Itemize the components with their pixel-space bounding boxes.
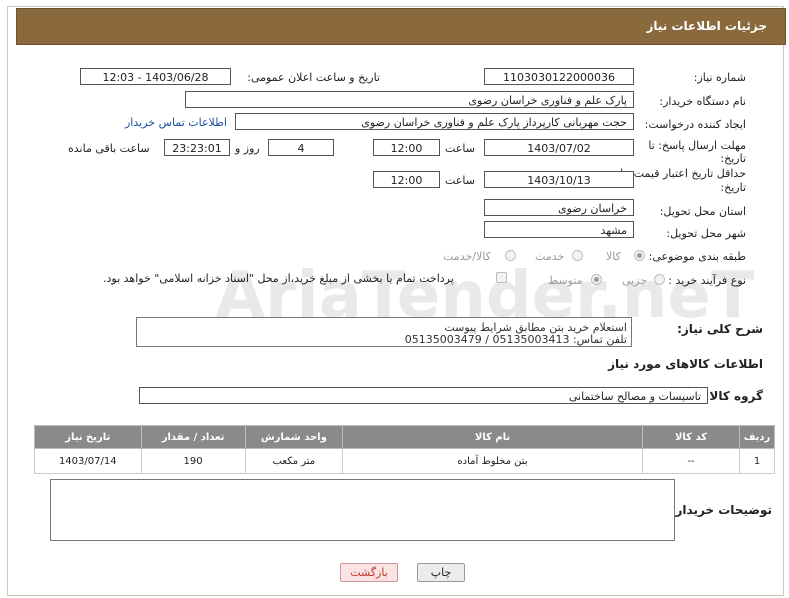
cell-row: 1 bbox=[739, 448, 775, 474]
validity-time-field: 12:00 bbox=[373, 171, 440, 188]
process-partial-radio[interactable] bbox=[654, 274, 665, 285]
buyer-notes-label: توضیحات خریدار: bbox=[670, 503, 772, 517]
col-unit: واحد شمارش bbox=[244, 425, 344, 449]
process-medium-radio[interactable] bbox=[591, 274, 602, 285]
cell-date: 1403/07/14 bbox=[34, 448, 142, 474]
buyer-org-field: پارک علم و فناوری خراسان رضوی bbox=[185, 91, 634, 108]
remaining-label: ساعت باقی مانده bbox=[68, 142, 150, 155]
page-header: جزئیات اطلاعات نیاز bbox=[16, 8, 786, 45]
buyer-org-label: نام دستگاه خریدار: bbox=[659, 95, 746, 108]
treasury-payment-note: پرداخت تمام یا بخشی از مبلغ خرید،از محل … bbox=[103, 272, 454, 285]
deadline-label: مهلت ارسال پاسخ: تا bbox=[648, 139, 746, 152]
goods-group-field: تاسیسات و مصالح ساختمانی bbox=[139, 387, 708, 404]
buyer-notes-textarea[interactable] bbox=[50, 479, 675, 541]
category-service-label: خدمت bbox=[535, 250, 565, 263]
category-both-radio[interactable] bbox=[505, 250, 516, 261]
process-medium-label: متوسط bbox=[548, 274, 583, 287]
validity-time-label: ساعت bbox=[445, 174, 475, 187]
description-label: شرح کلی نیاز: bbox=[677, 322, 763, 336]
description-textarea[interactable]: استعلام خرید بتن مطابق شرایط پیوست تلفن … bbox=[136, 317, 632, 347]
days-label: روز و bbox=[235, 142, 260, 155]
creator-field: حجت مهربانی کارپرداز پارک علم و فناوری خ… bbox=[235, 113, 634, 130]
col-qty: تعداد / مقدار bbox=[140, 425, 246, 449]
process-partial-label: جزیی bbox=[622, 274, 648, 287]
category-goods-label: کالا bbox=[606, 250, 621, 263]
cell-code: -- bbox=[641, 448, 741, 474]
col-date: تاریخ نیاز bbox=[34, 425, 142, 449]
cell-name: بتن مخلوط آماده bbox=[342, 448, 643, 474]
deadline-time-label: ساعت bbox=[445, 142, 475, 155]
announce-label: تاریخ و ساعت اعلان عمومی: bbox=[247, 71, 380, 84]
deadline-date-field: 1403/07/02 bbox=[484, 139, 634, 156]
remaining-time-field: 23:23:01 bbox=[164, 139, 230, 156]
need-number-field: 1103030122000036 bbox=[484, 68, 634, 85]
category-goods-radio[interactable] bbox=[634, 250, 645, 261]
city-field: مشهد bbox=[484, 221, 634, 238]
category-label: طبقه بندی موضوعی: bbox=[648, 250, 746, 263]
goods-table-header: ردیف کد کالا نام کالا واحد شمارش تعداد /… bbox=[34, 425, 775, 449]
col-row: ردیف bbox=[739, 425, 775, 449]
province-field: خراسان رضوی bbox=[484, 199, 634, 216]
creator-label: ایجاد کننده درخواست: bbox=[644, 118, 746, 131]
announce-field: 1403/06/28 - 12:03 bbox=[80, 68, 231, 85]
buyer-contact-link[interactable]: اطلاعات تماس خریدار bbox=[125, 116, 227, 129]
category-both-label: کالا/خدمت bbox=[443, 250, 491, 263]
col-name: نام کالا bbox=[342, 425, 643, 449]
col-code: کد کالا bbox=[641, 425, 741, 449]
goods-group-label: گروه کالا: bbox=[704, 389, 763, 403]
cell-qty: 190 bbox=[140, 448, 246, 474]
city-label: شهر محل تحویل: bbox=[666, 227, 746, 240]
province-label: استان محل تحویل: bbox=[659, 205, 746, 218]
cell-unit: متر مکعب bbox=[244, 448, 344, 474]
print-button[interactable]: چاپ bbox=[417, 563, 465, 582]
goods-table: ردیف کد کالا نام کالا واحد شمارش تعداد /… bbox=[34, 425, 775, 474]
goods-section-title: اطلاعات کالاهای مورد نیاز bbox=[608, 357, 763, 371]
days-field: 4 bbox=[268, 139, 334, 156]
table-row: 1 -- بتن مخلوط آماده متر مکعب 190 1403/0… bbox=[34, 448, 775, 474]
category-service-radio[interactable] bbox=[572, 250, 583, 261]
treasury-payment-checkbox[interactable] bbox=[496, 272, 507, 283]
back-button[interactable]: بازگشت bbox=[340, 563, 398, 582]
description-line-2: تلفن تماس: 05135003413 / 05135003479 bbox=[404, 333, 627, 346]
validity-label-2: تاریخ: bbox=[720, 181, 746, 194]
need-number-label: شماره نیاز: bbox=[693, 71, 746, 84]
process-label: نوع فرآیند خرید : bbox=[668, 274, 746, 287]
validity-date-field: 1403/10/13 bbox=[484, 171, 634, 188]
validity-label: حداقل تاریخ اعتبار قیمت: تا bbox=[620, 167, 746, 180]
deadline-time-field: 12:00 bbox=[373, 139, 440, 156]
deadline-label-2: تاریخ: bbox=[720, 152, 746, 165]
page-title: جزئیات اطلاعات نیاز bbox=[646, 19, 767, 33]
